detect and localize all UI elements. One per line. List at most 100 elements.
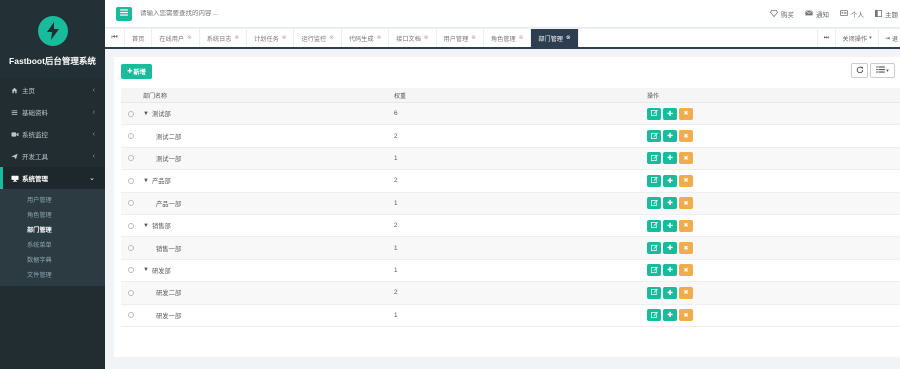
- submenu-item-departments[interactable]: 部门管理: [0, 222, 105, 237]
- profile-link[interactable]: 个人: [840, 9, 864, 19]
- submenu-item-dictionary[interactable]: 数据字典: [0, 252, 105, 267]
- chevron-left-icon: ‹: [92, 86, 95, 94]
- tab-api-docs[interactable]: 接口文档 ⊗: [389, 29, 437, 47]
- table-row[interactable]: 产品一部 1 ✚ ✖: [121, 192, 900, 215]
- tab-close-icon[interactable]: ⊗: [187, 35, 192, 41]
- delete-button[interactable]: ✖: [679, 107, 693, 120]
- columns-dropdown-button[interactable]: ▾: [870, 63, 895, 78]
- close-icon: ✖: [683, 290, 689, 297]
- theme-link[interactable]: 主题: [875, 9, 898, 19]
- close-ops-dropdown[interactable]: 关闭操作 ▾: [835, 29, 877, 47]
- sidebar-item-basic-data[interactable]: 基础资料 ‹: [0, 101, 105, 123]
- table-row[interactable]: 测试二部 2 ✚ ✖: [121, 125, 900, 148]
- tab-close-icon[interactable]: ⊗: [566, 35, 571, 41]
- delete-button[interactable]: ✖: [679, 197, 693, 210]
- tab-role-mgmt[interactable]: 角色管理 ⊗: [484, 29, 532, 47]
- submenu-item-menus[interactable]: 系统菜单: [0, 237, 105, 252]
- add-child-button[interactable]: ✚: [663, 130, 677, 143]
- row-select-radio[interactable]: [128, 155, 134, 162]
- row-select-radio[interactable]: [128, 222, 134, 229]
- table-row[interactable]: 研发二部 2 ✚ ✖: [121, 282, 900, 305]
- sidebar-item-home[interactable]: 主页 ‹: [0, 79, 105, 101]
- edit-button[interactable]: [647, 197, 661, 210]
- edit-button[interactable]: [647, 174, 661, 187]
- row-select-radio[interactable]: [128, 245, 134, 252]
- exit-button[interactable]: ⇥ 退: [877, 29, 900, 47]
- tab-close-icon[interactable]: ⊗: [424, 35, 429, 41]
- expand-caret-icon[interactable]: ▼: [143, 111, 149, 117]
- submenu-item-files[interactable]: 文件管理: [0, 267, 105, 282]
- buy-link[interactable]: 购买: [770, 9, 794, 19]
- tab-online-users[interactable]: 在线用户 ⊗: [152, 29, 200, 47]
- add-child-button[interactable]: ✚: [663, 107, 677, 120]
- add-child-button[interactable]: ✚: [663, 174, 677, 187]
- refresh-button[interactable]: [851, 63, 868, 78]
- row-select-radio[interactable]: [128, 267, 134, 274]
- delete-button[interactable]: ✖: [679, 219, 693, 232]
- delete-button[interactable]: ✖: [679, 309, 693, 322]
- delete-button[interactable]: ✖: [679, 152, 693, 165]
- row-select-radio[interactable]: [128, 289, 134, 296]
- edit-button[interactable]: [647, 219, 661, 232]
- table-row[interactable]: ▼ 测试部 6 ✚ ✖: [121, 103, 900, 126]
- tab-user-mgmt[interactable]: 用户管理 ⊗: [437, 29, 484, 47]
- table-row[interactable]: ▼ 销售部 2 ✚ ✖: [121, 215, 900, 238]
- table-row[interactable]: ▼ 研发部 1 ✚ ✖: [121, 260, 900, 283]
- table-row[interactable]: 销售一部 1 ✚ ✖: [121, 237, 900, 260]
- expand-caret-icon[interactable]: ▼: [143, 178, 149, 184]
- row-select-radio[interactable]: [128, 110, 134, 117]
- dept-name: 销售一部: [156, 245, 182, 253]
- expand-caret-icon[interactable]: ▼: [143, 223, 149, 229]
- tab-system-log[interactable]: 系统日志 ⊗: [200, 29, 248, 47]
- add-button[interactable]: ✚ 新增: [121, 64, 152, 79]
- add-child-button[interactable]: ✚: [663, 264, 677, 277]
- edit-button[interactable]: [647, 107, 661, 120]
- tab-dept-mgmt[interactable]: 部门管理 ⊗: [531, 29, 579, 47]
- add-child-button[interactable]: ✚: [663, 286, 677, 299]
- edit-button[interactable]: [647, 264, 661, 277]
- submenu-item-roles[interactable]: 角色管理: [0, 207, 105, 222]
- tab-code-gen[interactable]: 代码生成 ⊗: [342, 29, 390, 47]
- tab-close-icon[interactable]: ⊗: [234, 35, 239, 41]
- edit-button[interactable]: [647, 309, 661, 322]
- add-child-button[interactable]: ✚: [663, 242, 677, 255]
- tab-close-icon[interactable]: ⊗: [282, 35, 287, 41]
- edit-button[interactable]: [647, 286, 661, 299]
- table-row[interactable]: 测试一部 1 ✚ ✖: [121, 147, 900, 171]
- edit-button[interactable]: [647, 130, 661, 143]
- row-select-radio[interactable]: [128, 200, 134, 207]
- tab-scheduled-tasks[interactable]: 计划任务 ⊗: [247, 29, 295, 47]
- tab-close-icon[interactable]: ⊗: [329, 35, 334, 41]
- tab-close-icon[interactable]: ⊗: [471, 35, 476, 41]
- row-select-radio[interactable]: [128, 133, 134, 140]
- delete-button[interactable]: ✖: [679, 174, 693, 187]
- delete-button[interactable]: ✖: [679, 286, 693, 299]
- submenu-item-users[interactable]: 用户管理: [0, 192, 105, 207]
- table-row[interactable]: ▼ 产品部 2 ✚ ✖: [121, 170, 900, 193]
- sidebar-item-dev-tools[interactable]: 开发工具 ‹: [0, 145, 105, 167]
- add-child-button[interactable]: ✚: [663, 219, 677, 232]
- edit-button[interactable]: [647, 242, 661, 255]
- tab-close-icon[interactable]: ⊗: [519, 35, 524, 41]
- row-select-radio[interactable]: [128, 177, 134, 184]
- tab-close-icon[interactable]: ⊗: [377, 35, 382, 41]
- delete-button[interactable]: ✖: [679, 264, 693, 277]
- edit-button[interactable]: [647, 152, 661, 165]
- expand-caret-icon[interactable]: ▼: [143, 267, 149, 273]
- add-child-button[interactable]: ✚: [663, 309, 677, 322]
- delete-button[interactable]: ✖: [679, 130, 693, 143]
- tab-scroll-right-button[interactable]: ⏭: [816, 29, 836, 47]
- sidebar-item-monitor[interactable]: 系统监控 ‹: [0, 123, 105, 145]
- add-child-button[interactable]: ✚: [663, 152, 677, 165]
- row-select-radio[interactable]: [128, 312, 134, 319]
- sidebar-item-system[interactable]: 系统管理 ⌄: [0, 167, 105, 189]
- add-child-button[interactable]: ✚: [663, 197, 677, 210]
- tab-home[interactable]: 首页: [125, 29, 153, 47]
- sidebar-toggle-button[interactable]: [116, 6, 132, 21]
- delete-button[interactable]: ✖: [679, 242, 693, 255]
- search-input[interactable]: [140, 10, 440, 17]
- table-row[interactable]: 研发一部 1 ✚ ✖: [121, 305, 900, 327]
- tab-scroll-left-button[interactable]: ⏮: [105, 29, 125, 47]
- tab-run-monitor[interactable]: 运行监控 ⊗: [294, 29, 342, 47]
- notify-link[interactable]: 通知: [805, 9, 829, 19]
